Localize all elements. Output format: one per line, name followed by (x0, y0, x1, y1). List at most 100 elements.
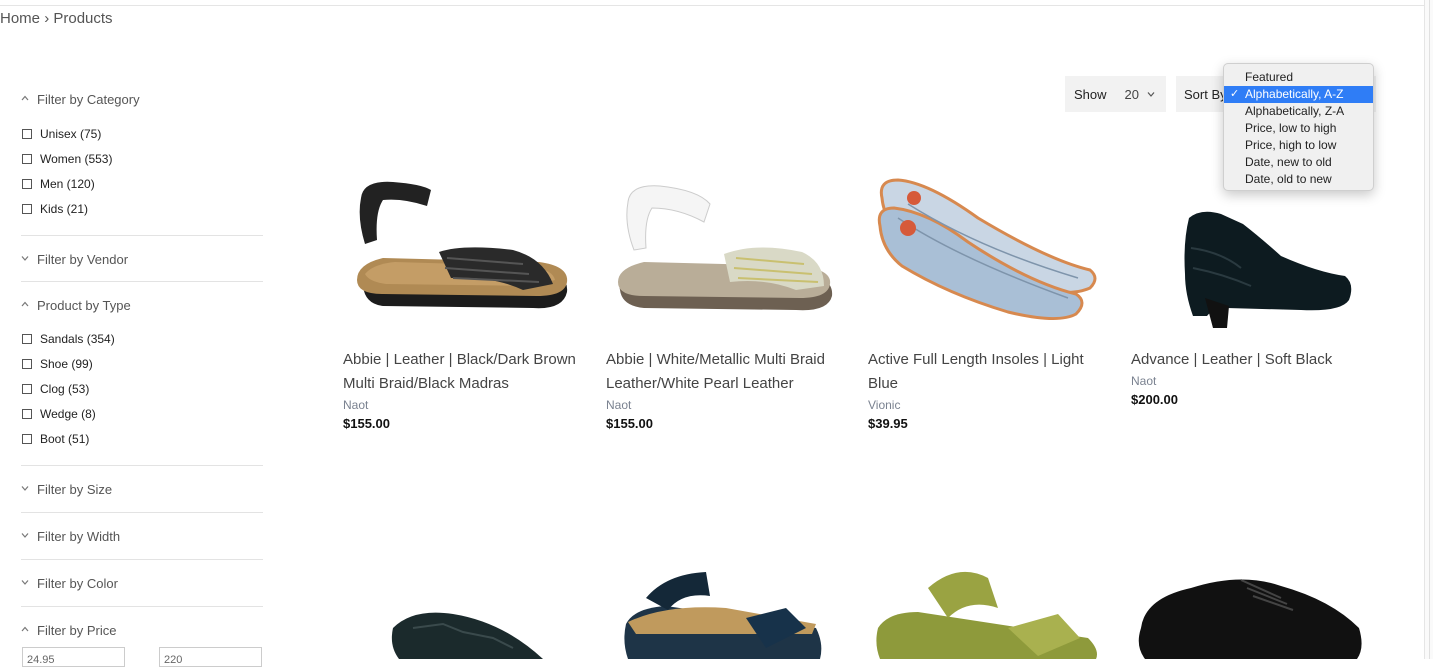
product-price: $155.00 (606, 416, 653, 431)
breadcrumb-home-link[interactable]: Home (0, 10, 40, 27)
sort-dropdown-menu: Featured ✓ Alphabetically, A-Z Alphabetic… (1223, 63, 1374, 191)
option-label: Clog (53) (40, 381, 90, 396)
product-card[interactable]: Advance | Leather | Soft Black Naot $200… (1131, 178, 1371, 407)
filter-width-section: Filter by Width (21, 513, 263, 560)
filter-color-toggle[interactable]: Filter by Color (21, 572, 263, 594)
filter-size-section: Filter by Size (21, 466, 263, 513)
sort-option-price-high-low[interactable]: Price, high to low (1224, 137, 1373, 154)
filter-color-title: Filter by Color (37, 575, 118, 591)
option-label: Women (553) (40, 151, 113, 166)
vertical-scrollbar[interactable] (1424, 0, 1433, 659)
show-per-page-select[interactable]: Show 20 (1065, 76, 1166, 112)
price-max-value: 220 (164, 654, 183, 666)
chevron-down-icon (1147, 92, 1155, 97)
filter-option-unisex[interactable]: Unisex (75) (21, 121, 263, 146)
filter-sidebar: Filter by Category Unisex (75) Women (55… (21, 88, 263, 641)
chevron-down-icon (21, 530, 37, 542)
checkbox[interactable] (22, 203, 32, 214)
filter-width-title: Filter by Width (37, 528, 121, 544)
filter-category-section: Filter by Category Unisex (75) Women (55… (21, 88, 263, 236)
filter-option-wedge[interactable]: Wedge (8) (21, 401, 263, 426)
product-price: $200.00 (1131, 392, 1178, 407)
filter-size-toggle[interactable]: Filter by Size (21, 478, 263, 500)
option-label: Unisex (75) (40, 126, 102, 141)
product-image-sandal-black[interactable] (343, 178, 583, 348)
product-title[interactable]: Active Full Length Insoles | Light Blue (868, 348, 1108, 396)
sort-option-alpha-za[interactable]: Alphabetically, Z-A (1224, 103, 1373, 120)
product-image-sandal-navy[interactable] (606, 568, 846, 659)
option-label: Men (120) (40, 176, 95, 191)
filter-type-toggle[interactable]: Product by Type (21, 294, 263, 316)
filter-option-clog[interactable]: Clog (53) (21, 376, 263, 401)
filter-width-toggle[interactable]: Filter by Width (21, 525, 263, 547)
product-image-sandal-olive[interactable] (868, 568, 1108, 659)
chevron-up-icon (21, 299, 37, 311)
sort-option-price-low-high[interactable]: Price, low to high (1224, 120, 1373, 137)
checkbox[interactable] (22, 153, 32, 164)
price-max-input[interactable]: 220 (159, 647, 262, 667)
product-card[interactable]: Abbie | White/Metallic Multi Braid Leath… (606, 178, 846, 431)
product-image-bootie-black[interactable] (1131, 178, 1371, 348)
filter-category-toggle[interactable]: Filter by Category (21, 88, 263, 110)
product-image-shoe-black-lace[interactable] (1131, 568, 1371, 659)
product-card[interactable]: Active Full Length Insoles | Light Blue … (868, 178, 1108, 431)
filter-option-shoe[interactable]: Shoe (99) (21, 351, 263, 376)
filter-type-section: Product by Type Sandals (354) Shoe (99) … (21, 282, 263, 466)
sort-option-date-new-old[interactable]: Date, new to old (1224, 154, 1373, 171)
filter-option-men[interactable]: Men (120) (21, 171, 263, 196)
filter-price-toggle[interactable]: Filter by Price (21, 619, 263, 641)
filter-vendor-section: Filter by Vendor (21, 236, 263, 282)
product-price: $39.95 (868, 416, 908, 431)
product-price: $155.00 (343, 416, 390, 431)
product-image-insoles-blue[interactable] (868, 178, 1108, 348)
show-value: 20 (1124, 86, 1139, 102)
price-min-value: 24.95 (27, 654, 55, 666)
sort-option-featured[interactable]: Featured (1224, 69, 1373, 86)
breadcrumb-separator: › (44, 10, 50, 27)
sort-label: Sort By (1184, 86, 1227, 102)
option-label: Wedge (8) (40, 406, 96, 421)
checkbox[interactable] (22, 433, 32, 444)
option-label: Kids (21) (40, 201, 89, 216)
filter-type-title: Product by Type (37, 297, 131, 313)
option-label: Boot (51) (40, 431, 90, 446)
product-vendor: Naot (606, 398, 632, 412)
product-vendor: Naot (1131, 374, 1157, 388)
option-label: Sandals (354) (40, 331, 115, 346)
filter-option-sandals[interactable]: Sandals (354) (21, 326, 263, 351)
breadcrumb-current: Products (53, 10, 113, 27)
filter-vendor-title: Filter by Vendor (37, 251, 129, 267)
chevron-up-icon (21, 93, 37, 105)
chevron-up-icon (21, 624, 37, 636)
product-title[interactable]: Abbie | Leather | Black/Dark Brown Multi… (343, 348, 583, 396)
checkmark-icon: ✓ (1230, 88, 1240, 100)
product-image-sandal-white[interactable] (606, 178, 846, 348)
product-vendor: Naot (343, 398, 369, 412)
filter-category-title: Filter by Category (37, 91, 140, 107)
option-label: Shoe (99) (40, 356, 93, 371)
product-title[interactable]: Abbie | White/Metallic Multi Braid Leath… (606, 348, 846, 396)
checkbox[interactable] (22, 358, 32, 369)
checkbox[interactable] (22, 408, 32, 419)
checkbox[interactable] (22, 178, 32, 189)
chevron-down-icon (21, 577, 37, 589)
price-min-input[interactable]: 24.95 (22, 647, 125, 667)
breadcrumb: Home › Products (0, 10, 113, 27)
sort-option-alpha-az[interactable]: ✓ Alphabetically, A-Z (1224, 86, 1373, 103)
filter-color-section: Filter by Color (21, 560, 263, 607)
chevron-down-icon (21, 253, 37, 265)
product-card[interactable]: Abbie | Leather | Black/Dark Brown Multi… (343, 178, 583, 431)
checkbox[interactable] (22, 333, 32, 344)
checkbox[interactable] (22, 128, 32, 139)
filter-price-section: Filter by Price (21, 607, 263, 641)
product-title[interactable]: Advance | Leather | Soft Black (1131, 348, 1371, 372)
top-divider (0, 5, 1424, 6)
chevron-down-icon (21, 483, 37, 495)
filter-option-women[interactable]: Women (553) (21, 146, 263, 171)
filter-option-kids[interactable]: Kids (21) (21, 196, 263, 221)
filter-vendor-toggle[interactable]: Filter by Vendor (21, 248, 263, 270)
checkbox[interactable] (22, 383, 32, 394)
filter-size-title: Filter by Size (37, 481, 113, 497)
product-image-sandal-dark-lace[interactable] (343, 568, 583, 659)
filter-option-boot[interactable]: Boot (51) (21, 426, 263, 451)
